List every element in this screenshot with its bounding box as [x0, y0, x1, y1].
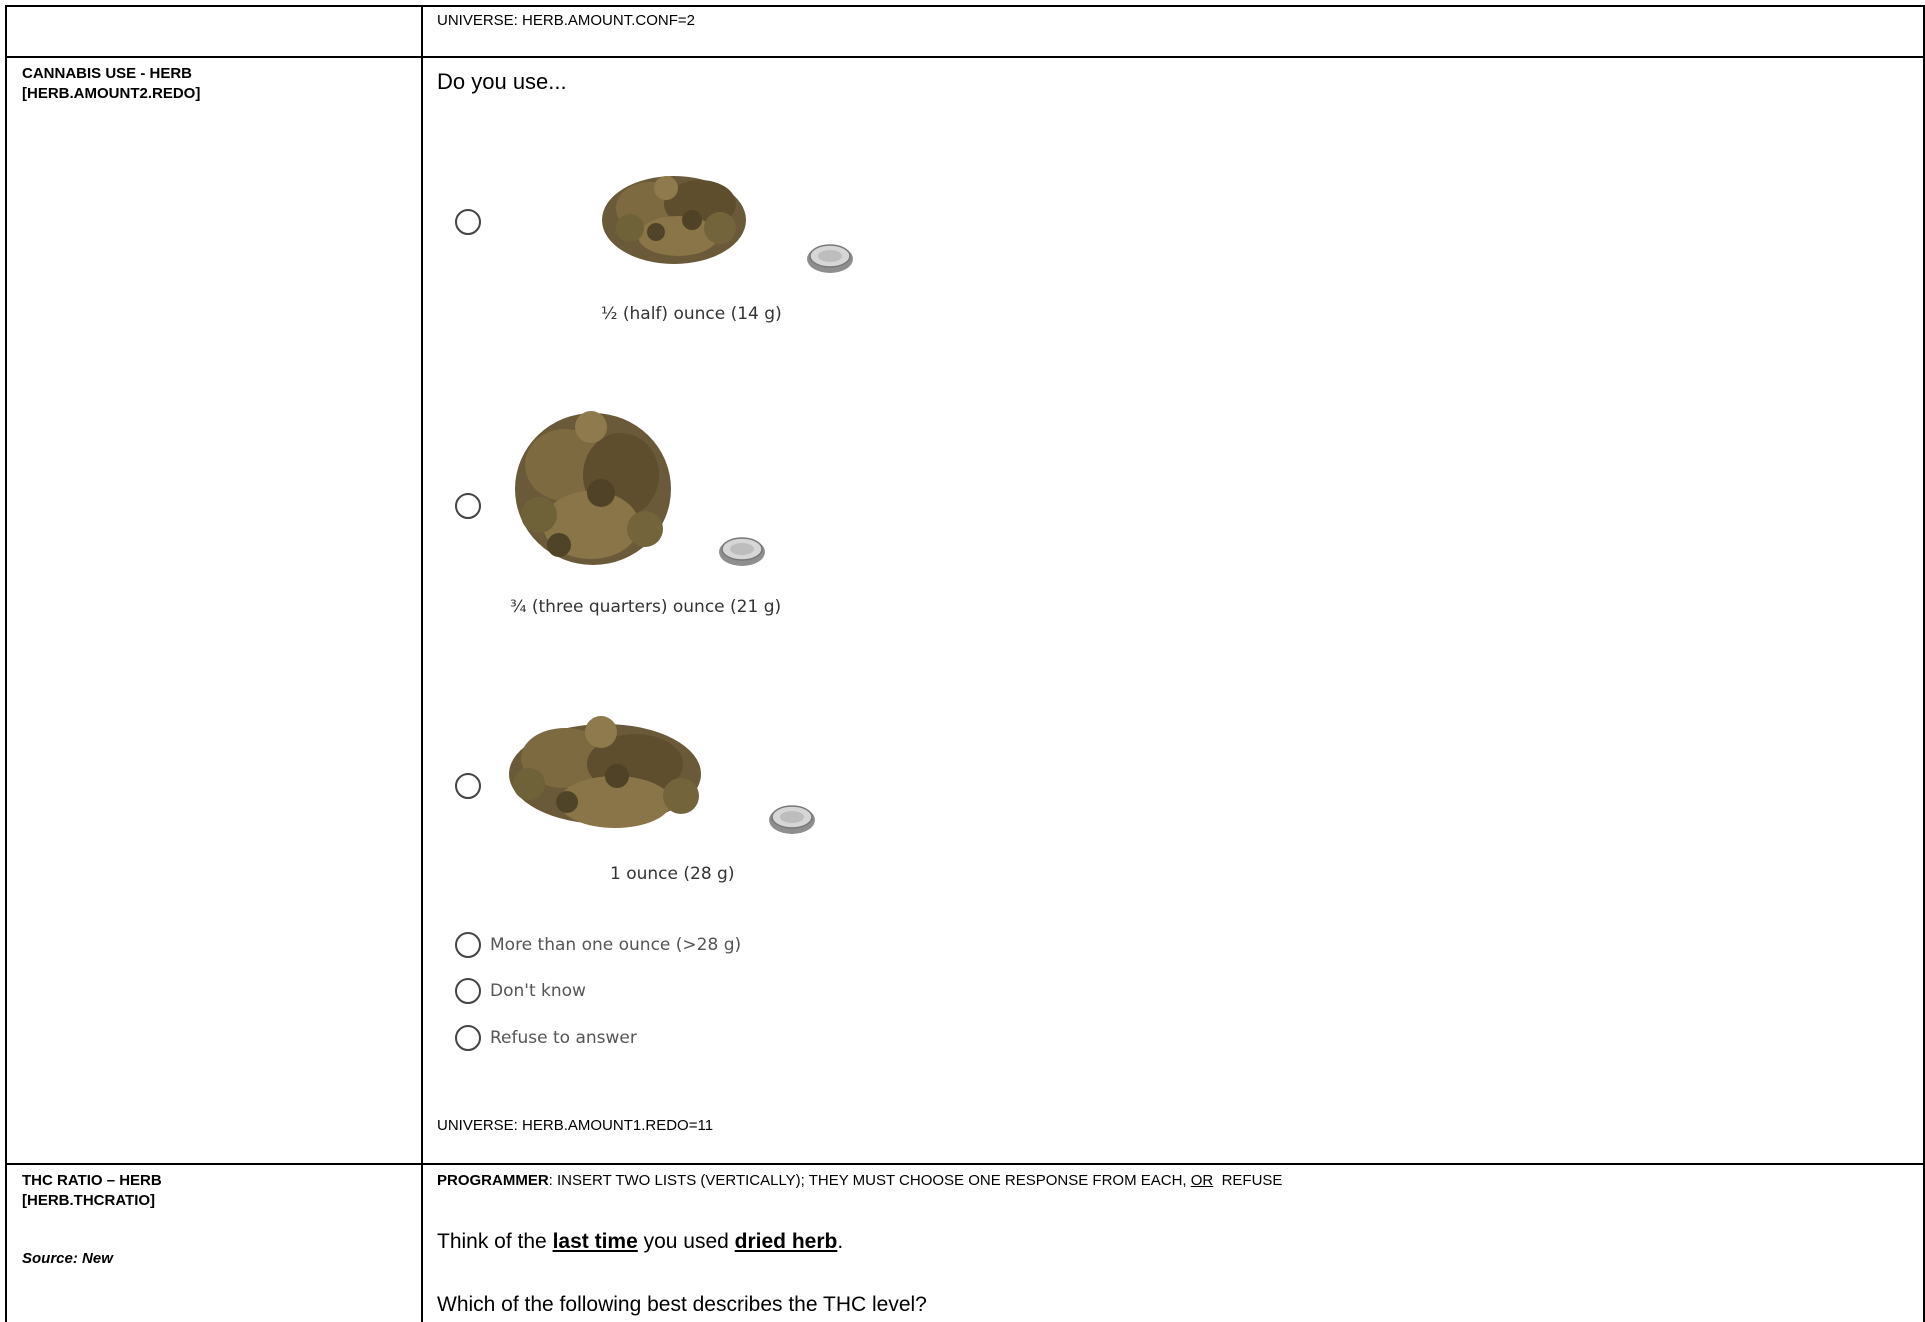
- bottle-cap-icon: [719, 537, 765, 566]
- question-label-thc: THC RATIO – HERB: [22, 1172, 162, 1189]
- question-variable-thc: [HERB.THCRATIO]: [22, 1192, 156, 1209]
- option-label-more-than-one-ounce: More than one ounce (>28 g): [490, 935, 742, 955]
- cannabis-pile-half-ounce-image: [602, 176, 853, 273]
- table-border-top: [5, 5, 1925, 7]
- option-caption-half-ounce: ½ (half) ounce (14 g): [601, 304, 782, 324]
- radio-more-than-one-ounce[interactable]: [455, 932, 481, 958]
- option-caption-three-quarters-ounce: ¾ (three quarters) ounce (21 g): [510, 597, 782, 617]
- programmer-label: PROGRAMMER: [437, 1172, 549, 1189]
- programmer-note: PROGRAMMER: INSERT TWO LISTS (VERTICALLY…: [437, 1172, 1282, 1189]
- option-label-refuse: Refuse to answer: [490, 1028, 637, 1048]
- programmer-text: : INSERT TWO LISTS (VERTICALLY); THEY MU…: [548, 1172, 1191, 1189]
- option-caption-one-ounce: 1 ounce (28 g): [610, 864, 735, 884]
- think-mid: you used: [637, 1230, 735, 1253]
- question-label: CANNABIS USE - HERB: [22, 65, 193, 82]
- radio-one-ounce[interactable]: [455, 773, 481, 799]
- programmer-end: REFUSE: [1213, 1172, 1283, 1189]
- radio-dont-know[interactable]: [455, 978, 481, 1004]
- source-note: Source: New: [22, 1250, 113, 1267]
- table-column-divider: [421, 5, 423, 1322]
- table-row-divider-2: [5, 1163, 1925, 1165]
- cannabis-pile-icon: [509, 716, 701, 828]
- option-label-dont-know: Don't know: [490, 981, 586, 1001]
- think-end: .: [837, 1230, 844, 1253]
- cannabis-pile-icon: [602, 176, 746, 264]
- table-border-left: [5, 5, 7, 1322]
- radio-refuse[interactable]: [455, 1025, 481, 1051]
- bottle-cap-icon: [769, 805, 815, 834]
- radio-half-ounce[interactable]: [455, 209, 481, 235]
- thc-question-text: Which of the following best describes th…: [437, 1293, 927, 1316]
- cannabis-pile-three-quarters-ounce-image: [515, 411, 765, 566]
- think-pre: Think of the: [437, 1230, 553, 1253]
- think-last-time: last time: [552, 1230, 638, 1253]
- cannabis-pile-one-ounce-image: [509, 716, 815, 834]
- universe-row2: UNIVERSE: HERB.AMOUNT1.REDO=11: [437, 1117, 714, 1134]
- radio-three-quarters-ounce[interactable]: [455, 493, 481, 519]
- think-prompt: Think of the last time you used dried he…: [437, 1230, 843, 1254]
- programmer-or: OR: [1190, 1172, 1214, 1189]
- universe-row1: UNIVERSE: HERB.AMOUNT.CONF=2: [437, 12, 695, 29]
- question-variable: [HERB.AMOUNT2.REDO]: [22, 85, 201, 102]
- think-dried-herb: dried herb: [734, 1230, 838, 1253]
- question-text: Do you use...: [437, 69, 567, 94]
- cannabis-pile-icon: [515, 411, 671, 565]
- bottle-cap-icon: [807, 244, 853, 273]
- table-row-divider-1: [5, 56, 1925, 58]
